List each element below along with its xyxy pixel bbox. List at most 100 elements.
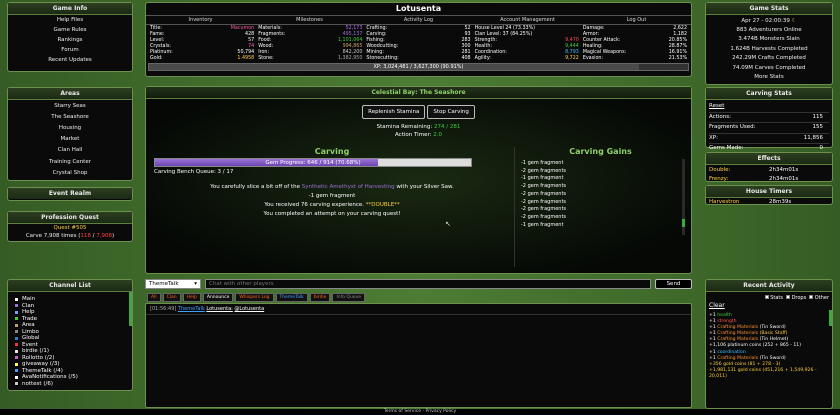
tab-activity-log[interactable]: Activity Log: [364, 16, 473, 24]
checkbox-icon[interactable]: [785, 295, 790, 299]
chat-filter-chip[interactable]: Help: [182, 293, 201, 302]
more-stats-link[interactable]: More Stats: [706, 72, 832, 81]
channel-color-icon[interactable]: [14, 361, 19, 367]
chat-filter-chips: All Clan Help Announce Whispers Log ThemeTalk…: [147, 293, 367, 302]
activity-scrollbar[interactable]: [829, 310, 832, 326]
area-crystal-shop[interactable]: Crystal Shop: [8, 167, 132, 178]
channel-color-icon[interactable]: [14, 355, 19, 361]
area-training-center[interactable]: Training Center: [8, 156, 132, 167]
chat-filter-chip[interactable]: birdie: [309, 293, 331, 302]
event-realm-panel[interactable]: Event Realm: [7, 187, 133, 201]
channel-color-icon[interactable]: [14, 309, 19, 315]
action-buttons: Replenish Stamina Stop Carving: [146, 105, 691, 119]
activity-text: health: [717, 313, 732, 318]
area-market[interactable]: Market: [8, 134, 132, 145]
activity-text: +1: [709, 325, 718, 331]
area-the-seashore[interactable]: The Seashore: [8, 111, 132, 122]
recent-activity-title: Recent Activity: [706, 280, 832, 292]
channel-color-icon[interactable]: [14, 374, 19, 380]
house-timer-value: 28m39s: [769, 199, 792, 205]
channel-color-icon[interactable]: [14, 348, 19, 354]
activity-text: +1: [709, 349, 718, 355]
chat-input[interactable]: [205, 279, 651, 289]
effects-panel: Effects Double: 2h34m01s Frenzy: 2h34m01s: [705, 152, 833, 182]
area-housing[interactable]: Housing: [8, 122, 132, 133]
result-line-1-a: You carefully slice a bit off of the: [210, 184, 302, 190]
stop-carving-button[interactable]: Stop Carving: [427, 105, 475, 119]
chat-filter-chip[interactable]: Clan: [162, 293, 181, 302]
activity-filters: Stats Drops Other: [706, 292, 832, 301]
footer: Terms of Service - Privacy Policy: [0, 409, 840, 415]
footer-links[interactable]: Terms of Service - Privacy Policy: [384, 409, 456, 414]
gain-line: -2 gem fragments: [521, 167, 567, 174]
menu-rankings[interactable]: Rankings: [8, 35, 132, 45]
activity-text: +1: [709, 319, 718, 325]
channel-color-icon[interactable]: [14, 335, 19, 341]
channel-color-icon[interactable]: [14, 381, 19, 387]
area-clan-hall[interactable]: Clan Hall: [8, 145, 132, 156]
gains-scrollbar[interactable]: [682, 219, 685, 227]
chat-send-button[interactable]: Send: [655, 279, 692, 289]
channel-color-icon[interactable]: [14, 368, 19, 374]
activity-text: Crafting Materials: [717, 331, 759, 337]
channel-color-icon[interactable]: [14, 342, 19, 348]
quest-progress-suffix: ): [112, 233, 115, 239]
checkbox-icon[interactable]: [764, 295, 769, 299]
activity-clear-link[interactable]: Clear: [706, 301, 832, 310]
result-double: **DOUBLE**: [365, 202, 400, 208]
stat-row: Stonecutting: 408: [366, 56, 470, 62]
result-line-3: You received 76 carving experience. **DO…: [154, 201, 510, 210]
menu-game-rules[interactable]: Game Rules: [8, 25, 132, 35]
channel-scrollbar[interactable]: [129, 292, 132, 326]
channel-color-icon[interactable]: [14, 316, 19, 322]
stamina-value: 274 / 281: [433, 124, 461, 130]
tab-inventory[interactable]: Inventory: [146, 16, 255, 24]
tab-milestones[interactable]: Milestones: [255, 16, 364, 24]
chat-message-user[interactable]: Lotusenta:: [206, 306, 232, 312]
chat-filter-chip[interactable]: All: [147, 293, 161, 302]
chat-filter-chip[interactable]: Info Queue: [332, 293, 366, 302]
menu-help-files[interactable]: Help Files: [8, 15, 132, 25]
player-name[interactable]: Lotusenta: [146, 3, 691, 15]
tab-log-out[interactable]: Log Out: [582, 16, 691, 24]
stat-row: Evasion: 21.53%: [583, 56, 687, 62]
gain-line: -1 gem fragment: [521, 175, 564, 182]
channel-color-icon[interactable]: [14, 322, 19, 328]
chat-filter-chip[interactable]: Announce: [202, 293, 234, 302]
checkbox-icon[interactable]: [809, 295, 814, 299]
stat-row: Stone: 1,382,950: [258, 56, 362, 62]
carving-stat-label: Fragments Used:: [709, 124, 756, 130]
event-realm-title[interactable]: Event Realm: [8, 188, 132, 199]
carving-stat-row: Fragments Used: 155: [709, 122, 829, 133]
menu-recent-updates[interactable]: Recent Updates: [8, 55, 132, 65]
tab-account-management[interactable]: Account Management: [473, 16, 582, 24]
house-timer-row: Harvestron 28m39s: [709, 199, 829, 206]
area-starry-seas[interactable]: Starry Seas: [8, 100, 132, 111]
quest-id[interactable]: Quest #505: [8, 224, 132, 232]
carving-stats-panel: Carving Stats Reset Actions: 115 Fragments…: [705, 87, 833, 151]
result-item[interactable]: Synthetic Amethyst of Harvesting: [302, 184, 395, 190]
channel-color-icon[interactable]: [14, 296, 19, 302]
stat-value: 408: [461, 55, 471, 61]
channel-item[interactable]: nottest (/6): [14, 381, 126, 388]
channel-list: Main Clan Help Trade Area Limbo Global Event bir…: [8, 292, 132, 390]
chat-message-channel[interactable]: ThemeTalk: [178, 306, 205, 312]
chat-filter-chip[interactable]: ThemeTalk: [275, 293, 308, 302]
carving-stats-reset[interactable]: Reset: [709, 102, 829, 112]
carving-panel: Celestial Bay: The Seashore Replenish St…: [145, 86, 692, 274]
bench-queue[interactable]: Carving Bench Queue: 3 / 17: [154, 169, 510, 175]
stamina-line: Stamina Remaining: 274 / 281: [146, 123, 691, 131]
chat-channel-select[interactable]: ThemeTalk ▾: [145, 279, 201, 289]
replenish-stamina-button[interactable]: Replenish Stamina: [362, 105, 426, 119]
filter-other[interactable]: Other: [809, 295, 829, 301]
chat-area: ThemeTalk ▾ Send AllClanHelpAnnounceWhis…: [145, 279, 692, 408]
filter-stats[interactable]: Stats: [764, 295, 783, 301]
gain-line: -2 gem fragments: [521, 213, 567, 220]
chat-filter-chip[interactable]: Whispers Log: [235, 293, 274, 302]
stat-monsters-slain: 3.474B Monsters Slain: [738, 36, 800, 43]
channel-color-icon[interactable]: [14, 329, 19, 335]
filter-drops[interactable]: Drops: [785, 295, 806, 301]
menu-forum[interactable]: Forum: [8, 45, 132, 55]
channel-color-icon[interactable]: [14, 303, 19, 309]
activity-text: Crafting Materials: [717, 337, 759, 343]
